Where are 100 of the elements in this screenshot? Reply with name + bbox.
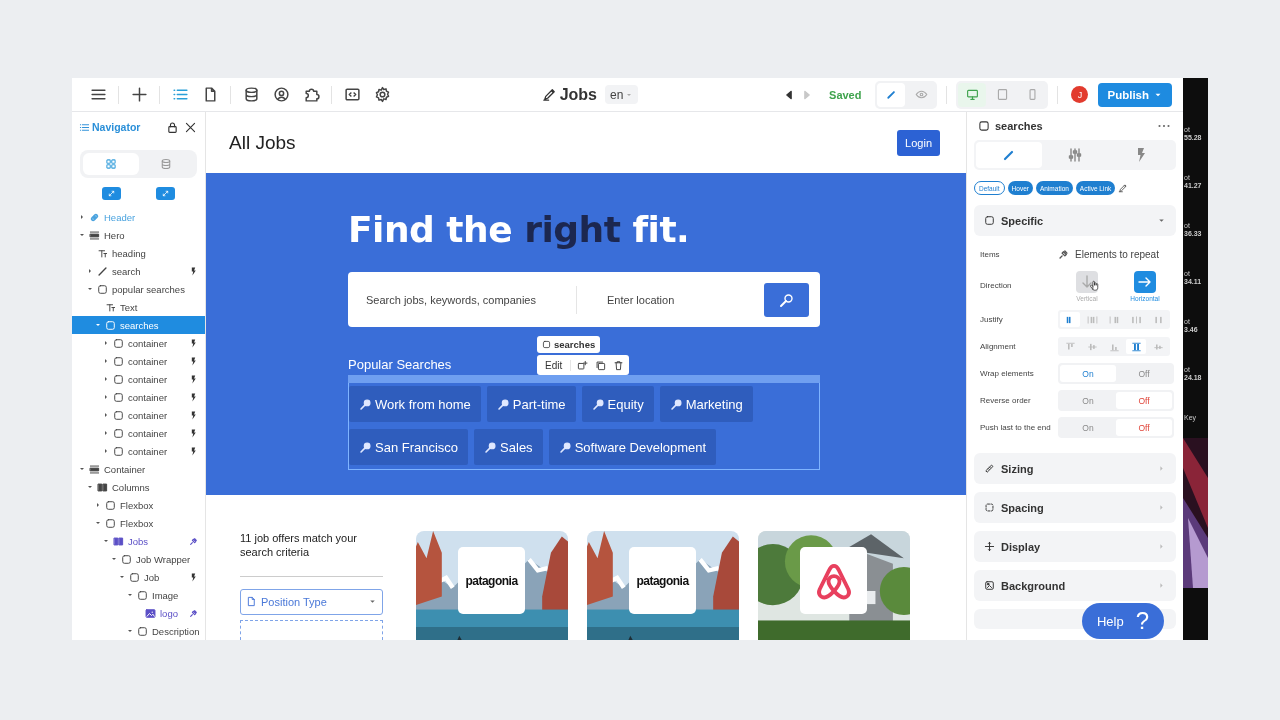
edit-button[interactable]: Edit	[541, 359, 572, 371]
database-icon	[242, 86, 260, 103]
tree-item[interactable]: Container	[72, 460, 205, 478]
element-name: searches	[978, 120, 1043, 132]
expand-button[interactable]	[101, 187, 121, 200]
tree-item[interactable]: container	[72, 370, 205, 388]
user-circle-button[interactable]	[271, 84, 291, 105]
section-header[interactable]: Background	[974, 570, 1176, 601]
search-chip[interactable]: Sales	[474, 429, 543, 465]
key-icon	[359, 397, 372, 411]
tree-item[interactable]: logo	[72, 604, 205, 622]
toggle-option[interactable]: Off	[1116, 419, 1172, 436]
tree-item[interactable]: Job	[72, 568, 205, 586]
toggle-option[interactable]: Off	[1116, 392, 1172, 409]
more-icon	[1158, 124, 1170, 128]
search-chip[interactable]: Marketing	[659, 386, 753, 422]
box-icon	[121, 553, 132, 565]
more-button[interactable]	[1158, 122, 1172, 130]
location-field[interactable]: Enter location	[607, 284, 747, 315]
section-header[interactable]: Spacing	[974, 492, 1176, 523]
expand-button[interactable]	[156, 187, 176, 200]
hero-heading: Find the right fit.	[348, 208, 691, 252]
pencil-icon	[97, 265, 108, 277]
section-header[interactable]: Sizing	[974, 453, 1176, 484]
key-icon	[484, 440, 498, 454]
box-icon	[137, 625, 148, 637]
search-chip[interactable]: Part-time	[486, 386, 576, 422]
box-icon	[113, 373, 124, 385]
tree-item[interactable]: container	[72, 442, 205, 460]
field-label: Items	[980, 249, 1001, 260]
expand-icon	[106, 189, 116, 198]
tree-item[interactable]: container	[72, 352, 205, 370]
box-icon	[105, 319, 116, 331]
page-title[interactable]: Jobs	[541, 85, 597, 104]
tree-item[interactable]: search	[72, 262, 205, 280]
tree-item[interactable]: Hero	[72, 226, 205, 244]
position-type-dropdown[interactable]: Position Type	[240, 588, 383, 615]
puzzle-icon	[302, 86, 320, 103]
align-option[interactable]	[1060, 312, 1080, 327]
close-button[interactable]	[184, 120, 198, 134]
avatar[interactable]: J	[1071, 86, 1089, 103]
login-button[interactable]: Login	[897, 129, 940, 156]
section-header[interactable]: Display	[974, 531, 1176, 562]
search-chip[interactable]: Software Development	[548, 429, 717, 465]
alignment-icon	[1130, 341, 1142, 352]
tree-item[interactable]: Text	[72, 298, 205, 316]
search-chip[interactable]: Equity	[581, 386, 654, 422]
selection-label: searches	[537, 336, 601, 353]
tree-item[interactable]: Description	[72, 622, 205, 640]
close-icon	[184, 120, 197, 134]
tree-item[interactable]: searches	[72, 316, 205, 334]
alignment-icon	[1152, 314, 1164, 325]
box-icon	[105, 499, 116, 511]
tree-item[interactable]: container	[72, 334, 205, 352]
language-dropdown[interactable]: en	[605, 85, 639, 104]
direction-button[interactable]	[1134, 270, 1156, 293]
panel-title: Navigator	[79, 121, 162, 133]
lock-icon	[166, 120, 179, 134]
search-button[interactable]	[764, 282, 809, 317]
search-bar[interactable]: Search jobs, keywords, companies Enter location	[348, 272, 820, 327]
user-circle-icon	[272, 86, 290, 103]
help-button[interactable]: Help ?	[1082, 603, 1164, 639]
tree-item[interactable]: container	[72, 406, 205, 424]
tree-item[interactable]: Image	[72, 586, 205, 604]
tree-item[interactable]: container	[72, 388, 205, 406]
key-icon	[496, 397, 510, 411]
duplicate-button[interactable]	[593, 358, 608, 372]
monitor-button[interactable]	[958, 82, 987, 107]
alignment-icon	[1130, 314, 1142, 325]
tree-item[interactable]: Flexbox	[72, 496, 205, 514]
lock-button[interactable]	[166, 120, 180, 134]
field-label: Alignment	[980, 341, 1017, 352]
align-option[interactable]	[1126, 339, 1146, 354]
field-label: Push last to the end	[980, 422, 1052, 433]
tree-item[interactable]: container	[72, 424, 205, 442]
field-label: Direction	[980, 281, 1013, 291]
toggle-option[interactable]: On	[1060, 365, 1116, 382]
tree-item[interactable]: Jobs	[72, 532, 205, 550]
section-header[interactable]: Specific	[974, 205, 1176, 236]
box-icon	[97, 283, 108, 295]
key-icon	[591, 397, 605, 411]
list-icon	[79, 121, 90, 133]
publish-button[interactable]: Publish	[1098, 82, 1172, 107]
field-label: Wrap elements	[980, 368, 1035, 379]
box-icon	[113, 355, 124, 367]
add-button[interactable]	[575, 358, 590, 372]
box-icon	[137, 589, 148, 601]
box-icon	[542, 340, 551, 349]
view-tab[interactable]	[83, 153, 139, 175]
tree-item[interactable]: Job Wrapper	[72, 550, 205, 568]
tree-item[interactable]: popular searches	[72, 280, 205, 298]
search-chip[interactable]: San Francisco	[349, 429, 469, 465]
tree-item[interactable]: heading	[72, 244, 205, 262]
pencil-button[interactable]	[877, 82, 906, 107]
search-field[interactable]: Search jobs, keywords, companies	[366, 284, 576, 315]
plus-button[interactable]	[129, 84, 149, 105]
tree-item[interactable]: Flexbox	[72, 514, 205, 532]
tree-item[interactable]: Columns	[72, 478, 205, 496]
search-chip[interactable]: Work from home	[349, 386, 481, 422]
code-icon	[343, 86, 361, 103]
